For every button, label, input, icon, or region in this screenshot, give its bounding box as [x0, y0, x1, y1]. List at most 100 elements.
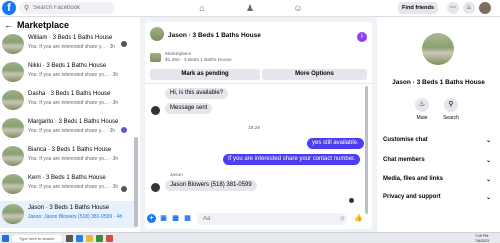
back-arrow-icon[interactable]: ← — [4, 20, 13, 30]
chevron-down-icon: ⌄ — [485, 158, 491, 164]
chevron-down-icon: ⌄ — [485, 195, 491, 201]
listing-price[interactable]: $1,350 · 3 Beds 1 Baths House — [165, 58, 232, 63]
listing-thumbnail — [2, 174, 24, 194]
conversation-preview: You: If you are interested share yo... ·… — [28, 100, 119, 106]
participant-avatar — [151, 106, 160, 115]
conversation-item[interactable]: Dasha · 3 Beds 1 Baths House You: If you… — [0, 87, 136, 114]
search-icon[interactable]: ⚲ — [444, 98, 458, 112]
listing-thumbnail — [2, 90, 24, 110]
conversation-item-active[interactable]: Jason · 3 Beds 1 Baths House Jason: Jaso… — [0, 201, 136, 228]
conversation-preview: You: If you are interested share y... · … — [28, 128, 116, 134]
search-label: Search — [443, 115, 459, 121]
top-bar: f ⚲ ⌂ ♟ ☺ Find friends ⋯ ♨ — [0, 0, 500, 17]
conversation-title: Nikki · 3 Beds 1 Baths House — [28, 63, 107, 69]
listing-thumbnail — [2, 118, 24, 138]
mark-as-pending-button[interactable]: Mark as pending — [150, 69, 260, 80]
search-input[interactable] — [33, 3, 113, 13]
home-icon[interactable]: ⌂ — [196, 2, 208, 14]
groups-icon[interactable]: ☺ — [292, 2, 304, 14]
chat-members-item[interactable]: Chat members ⌄ — [383, 157, 495, 164]
listing-thumbnail — [150, 53, 161, 62]
chat-avatar — [150, 27, 164, 41]
app-icon[interactable] — [96, 235, 103, 242]
conversation-preview: You: If you are interested share y... · … — [28, 44, 116, 50]
menu-icon[interactable]: ⋯ — [447, 2, 459, 14]
add-icon[interactable]: + — [147, 214, 156, 223]
chat-title[interactable]: Jason · 3 Beds 1 Baths House — [168, 32, 261, 39]
conversation-preview: Jason: Jason Blowers (518) 381-0599 · 4h — [28, 214, 123, 220]
mute-label: Mute — [416, 115, 428, 121]
message-incoming: Hi, is this available? — [165, 88, 229, 99]
participant-avatar — [121, 127, 127, 133]
task-view-icon[interactable] — [66, 235, 73, 242]
find-friends-button[interactable]: Find friends — [398, 2, 438, 14]
facebook-logo[interactable]: f — [2, 1, 16, 15]
message-composer: + ▣ ▩ ▦ ☺ 👍 — [145, 210, 372, 229]
message-timestamp: 19:28 — [248, 126, 261, 131]
mute-bell-icon[interactable]: ♨ — [415, 98, 429, 112]
conversation-info-icon[interactable]: i — [357, 32, 367, 42]
participant-avatar — [151, 183, 160, 192]
marketplace-sidebar: ← Marketplace William · 3 Beds 1 Baths Ho… — [0, 17, 140, 232]
more-options-button[interactable]: More Options — [262, 69, 367, 80]
edge-icon[interactable] — [76, 235, 83, 242]
conversation-item[interactable]: Kerri · 3 Beds 1 Baths House You: If you… — [0, 171, 136, 198]
taskbar-search[interactable]: Type here to search — [12, 235, 62, 242]
file-explorer-icon[interactable] — [86, 235, 93, 242]
conversation-title: Jason · 3 Beds 1 Baths House — [28, 205, 110, 211]
message-outgoing: yes still available. — [307, 138, 364, 149]
message-outgoing: If you are interested share your contact… — [223, 154, 361, 165]
listing-thumbnail — [2, 146, 24, 166]
conversation-title: Dasha · 3 Beds 1 Baths House — [28, 91, 111, 97]
listing-thumbnail — [2, 62, 24, 82]
chat-avatar-large — [422, 33, 454, 65]
bell-icon[interactable]: ♨ — [463, 2, 475, 14]
divider — [145, 83, 372, 84]
conversation-item[interactable]: Margarito · 3 Beds 1 Baths House You: If… — [0, 115, 136, 142]
sidebar-title: Marketplace — [17, 20, 70, 30]
listing-thumbnail — [2, 34, 24, 54]
friends-icon[interactable]: ♟ — [244, 2, 256, 14]
conversation-item[interactable]: Nikki · 3 Beds 1 Baths House You: If you… — [0, 59, 136, 86]
conversation-preview: You: If you are interested share yo... ·… — [28, 156, 119, 162]
message-input[interactable] — [197, 213, 347, 225]
like-icon[interactable]: 👍 — [354, 214, 363, 223]
chat-panel: Jason · 3 Beds 1 Baths House i Marketpla… — [145, 22, 372, 229]
account-avatar[interactable] — [479, 2, 491, 14]
chevron-down-icon: ⌄ — [485, 177, 491, 183]
conversation-item[interactable]: William · 3 Beds 1 Baths House You: If y… — [0, 31, 136, 58]
seen-indicator — [349, 198, 354, 203]
message-incoming: Message sent — [165, 103, 213, 114]
customise-chat-item[interactable]: Customise chat ⌄ — [383, 137, 495, 144]
conversation-preview: You: If you are interested share yo... ·… — [28, 184, 119, 190]
conversation-title: William · 3 Beds 1 Baths House — [28, 35, 113, 41]
participant-avatar — [121, 41, 127, 47]
windows-start-icon[interactable] — [2, 235, 9, 242]
chrome-icon[interactable] — [106, 235, 113, 242]
conversation-title: Kerri · 3 Beds 1 Baths House — [28, 175, 106, 181]
conversation-item[interactable]: Bianca · 3 Beds 1 Baths House You: If yo… — [0, 143, 136, 170]
sticker-icon[interactable]: ▩ — [171, 214, 180, 223]
sender-name: Jason — [170, 173, 183, 178]
sidebar-scrollbar[interactable] — [134, 137, 138, 227]
image-icon[interactable]: ▣ — [159, 214, 168, 223]
emoji-icon[interactable]: ☺ — [338, 215, 347, 224]
conversation-title: Bianca · 3 Beds 1 Baths House — [28, 147, 112, 153]
marketplace-label: Marketplace — [165, 52, 192, 57]
sidebar-header: ← Marketplace — [4, 20, 69, 30]
conversation-preview: You: If you are interested share yo... ·… — [28, 72, 119, 78]
privacy-support-item[interactable]: Privacy and support ⌄ — [383, 194, 495, 201]
search-box[interactable]: ⚲ — [19, 2, 115, 14]
listing-thumbnail — [2, 204, 24, 224]
message-incoming: Jason Blowers (518) 381-0599 — [165, 180, 257, 191]
conversation-title: Margarito · 3 Beds 1 Baths House — [28, 119, 119, 125]
gif-icon[interactable]: ▦ — [183, 214, 192, 223]
search-icon: ⚲ — [24, 5, 30, 12]
chevron-down-icon: ⌄ — [485, 138, 491, 144]
details-title: Jason · 3 Beds 1 Baths House — [392, 79, 485, 86]
media-files-links-item[interactable]: Media, files and links ⌄ — [383, 176, 495, 183]
participant-avatar — [121, 186, 127, 192]
taskbar-clock[interactable]: 7:19 PM 7/6/2023 — [475, 234, 489, 243]
os-taskbar: Type here to search 7:19 PM 7/6/2023 — [0, 232, 500, 243]
chat-scrollbar[interactable] — [365, 86, 368, 214]
